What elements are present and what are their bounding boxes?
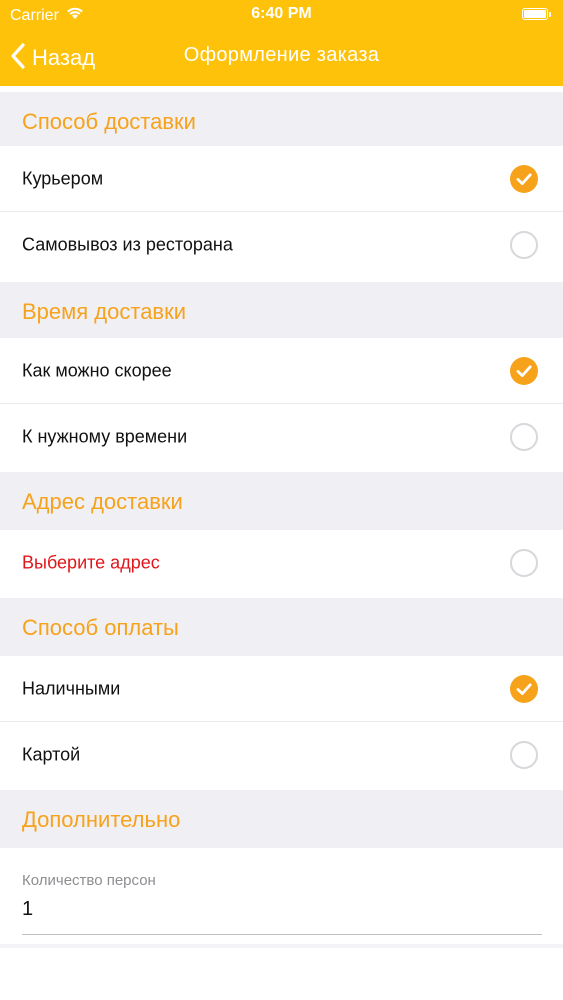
option-row-scheduled-time[interactable]: К нужному времени bbox=[0, 404, 563, 470]
section-header-payment-method: Способ оплаты bbox=[0, 598, 563, 658]
option-row-courier[interactable]: Курьером bbox=[0, 146, 563, 212]
page-title: Оформление заказа bbox=[0, 44, 563, 67]
persons-count-input[interactable] bbox=[22, 898, 542, 921]
section-header-additional: Дополнительно bbox=[0, 790, 563, 850]
order-checkout-screen: Carrier 6:40 PM Назад Оформление заказа … bbox=[0, 0, 563, 1000]
section-title: Способ оплаты bbox=[22, 615, 179, 640]
section-header-delivery-method: Способ доставки bbox=[0, 92, 563, 152]
option-label: Как можно скорее bbox=[22, 360, 172, 381]
persons-count-caption: Количество персон bbox=[22, 872, 156, 889]
persons-count-underline bbox=[22, 934, 542, 935]
top-bar: Carrier 6:40 PM Назад Оформление заказа bbox=[0, 0, 563, 86]
option-label: Картой bbox=[22, 744, 81, 765]
option-row-pickup[interactable]: Самовывоз из ресторана bbox=[0, 212, 563, 278]
option-label: Курьером bbox=[22, 168, 104, 189]
status-bar: Carrier 6:40 PM bbox=[0, 0, 563, 30]
radio-empty-icon[interactable] bbox=[510, 741, 538, 769]
checkmark-icon[interactable] bbox=[510, 357, 538, 385]
option-row-select-address[interactable]: Выберите адрес bbox=[0, 530, 563, 596]
option-label: Самовывоз из ресторана bbox=[22, 234, 233, 255]
radio-empty-icon[interactable] bbox=[510, 231, 538, 259]
radio-empty-icon[interactable] bbox=[510, 423, 538, 451]
section-header-delivery-time: Время доставки bbox=[0, 282, 563, 342]
battery-tip bbox=[549, 12, 551, 17]
navigation-bar: Назад Оформление заказа bbox=[0, 30, 563, 86]
persons-count-field: Количество персон bbox=[0, 848, 563, 948]
status-time: 6:40 PM bbox=[251, 5, 312, 22]
option-label: Наличными bbox=[22, 678, 121, 699]
option-label-warning: Выберите адрес bbox=[22, 552, 160, 573]
section-title: Дополнительно bbox=[22, 807, 181, 832]
section-title: Адрес доставки bbox=[22, 489, 183, 514]
option-row-card[interactable]: Картой bbox=[0, 722, 563, 788]
checkmark-icon[interactable] bbox=[510, 675, 538, 703]
battery-icon bbox=[522, 8, 548, 20]
option-label: К нужному времени bbox=[22, 426, 188, 447]
option-row-cash[interactable]: Наличными bbox=[0, 656, 563, 722]
bottom-divider bbox=[0, 944, 563, 948]
section-title: Способ доставки bbox=[22, 109, 196, 134]
section-header-delivery-address: Адрес доставки bbox=[0, 472, 563, 532]
page-title-text: Оформление заказа bbox=[183, 44, 380, 66]
checkmark-icon[interactable] bbox=[510, 165, 538, 193]
option-row-asap[interactable]: Как можно скорее bbox=[0, 338, 563, 404]
section-title: Время доставки bbox=[22, 299, 187, 324]
radio-empty-icon[interactable] bbox=[510, 549, 538, 577]
